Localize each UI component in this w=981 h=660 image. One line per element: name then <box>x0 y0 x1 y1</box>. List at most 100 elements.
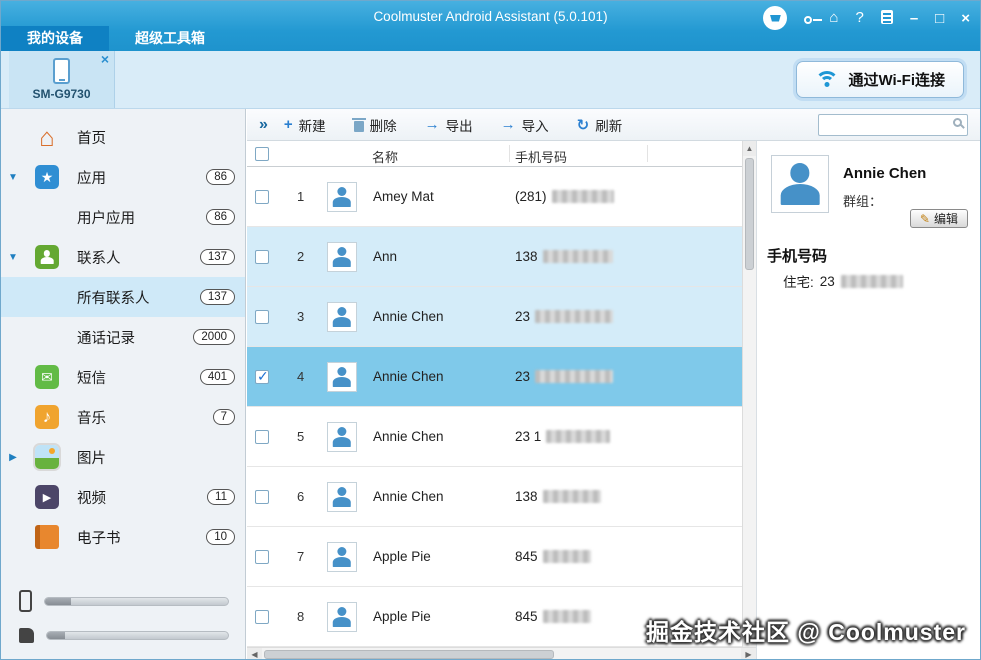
sidebar-item-photos[interactable]: ▶ 图片 <box>1 437 245 477</box>
scroll-up-icon[interactable]: ▲ <box>743 141 756 156</box>
scroll-right-icon[interactable]: ▶ <box>741 648 756 659</box>
storage-indicators <box>19 574 229 643</box>
person-glyph <box>331 606 353 628</box>
scroll-left-icon[interactable]: ◀ <box>247 648 262 659</box>
watermark: 掘金技术社区 @ Coolmuster <box>646 619 966 645</box>
import-button[interactable]: → 导入 <box>501 115 549 135</box>
sidebar-item-contacts[interactable]: ▼ 联系人 137 <box>1 237 245 277</box>
row-checkbox[interactable] <box>255 310 269 324</box>
home-prefix: 23 <box>819 273 835 289</box>
home-icon[interactable]: ⌂ <box>829 7 838 29</box>
chevron-down-icon[interactable]: ▼ <box>1 172 25 183</box>
tab-my-device[interactable]: 我的设备 <box>1 26 109 51</box>
collapse-sidebar-icon[interactable]: » <box>259 116 268 134</box>
contact-name: Annie Chen <box>373 429 444 444</box>
export-button[interactable]: → 导出 <box>425 115 473 135</box>
table-row[interactable]: 6 Annie Chen 138 <box>247 467 756 527</box>
row-checkbox[interactable] <box>255 550 269 564</box>
row-checkbox[interactable] <box>255 368 269 385</box>
contact-name: Amey Mat <box>373 189 434 204</box>
scrollbar-thumb[interactable] <box>264 650 554 659</box>
table-row[interactable]: 2 Ann 138 <box>247 227 756 287</box>
search-icon[interactable] <box>953 117 962 127</box>
chevron-right-icon[interactable]: ▶ <box>1 452 25 463</box>
maximize-icon[interactable]: □ <box>935 10 944 27</box>
tab-super-toolkit[interactable]: 超级工具箱 <box>109 26 231 51</box>
table-row[interactable]: 7 Apple Pie 845 <box>247 527 756 587</box>
table-row[interactable]: 4 Annie Chen 23 <box>247 347 756 407</box>
sidebar-item-label: 联系人 <box>77 250 121 267</box>
sidebar-item-music[interactable]: ♪ 音乐 7 <box>1 397 245 437</box>
phone-prefix: 138 <box>515 249 538 264</box>
row-number: 3 <box>297 309 305 324</box>
refresh-icon: ↻ <box>576 116 590 134</box>
refresh-button[interactable]: ↻ 刷新 <box>577 115 623 135</box>
export-label: 导出 <box>445 118 473 134</box>
blurred-digits <box>546 430 611 443</box>
contact-phone: (281) <box>515 189 614 204</box>
table-row[interactable]: 3 Annie Chen 23 <box>247 287 756 347</box>
sidebar-item-videos[interactable]: ▶ 视频 11 <box>1 477 245 517</box>
sidebar-item-label: 视频 <box>77 490 106 507</box>
count-badge: 137 <box>199 249 235 265</box>
contact-name: Apple Pie <box>373 549 431 564</box>
row-checkbox[interactable] <box>255 250 269 264</box>
new-button[interactable]: + 新建 <box>284 115 326 135</box>
person-glyph <box>331 486 353 508</box>
import-arrow-icon: → <box>500 116 516 133</box>
edit-button[interactable]: ✎ 编辑 <box>909 209 968 228</box>
person-glyph <box>331 366 353 388</box>
sidebar-item-apps[interactable]: ▼ ★ 应用 86 <box>1 157 245 197</box>
table-row[interactable]: 1 Amey Mat (281) <box>247 167 756 227</box>
sd-storage-bar <box>46 631 229 640</box>
sidebar-item-user-apps[interactable]: 用户应用 86 <box>1 197 245 237</box>
row-checkbox[interactable] <box>255 190 269 204</box>
close-icon[interactable]: × <box>961 10 970 27</box>
person-glyph <box>331 546 353 568</box>
vertical-scrollbar[interactable]: ▲ ▼ <box>742 141 756 647</box>
select-all-checkbox[interactable] <box>255 147 269 161</box>
device-close-icon[interactable]: × <box>101 52 109 66</box>
table-header: 名称 手机号码 <box>247 141 756 167</box>
count-badge: 86 <box>206 209 235 225</box>
store-cart-icon[interactable] <box>763 6 788 30</box>
wifi-icon <box>815 70 840 89</box>
minimize-icon[interactable]: – <box>910 10 918 27</box>
blurred-digits <box>840 274 903 288</box>
sidebar-item-ebooks[interactable]: 电子书 10 <box>1 517 245 557</box>
row-checkbox[interactable] <box>255 430 269 444</box>
count-badge: 137 <box>199 289 235 305</box>
row-number: 2 <box>297 249 305 264</box>
key-glyph <box>804 16 823 24</box>
search-input[interactable] <box>818 113 968 136</box>
contact-avatar <box>327 362 357 392</box>
sidebar-item-label: 图片 <box>77 450 106 467</box>
delete-button[interactable]: 删除 <box>351 115 397 135</box>
sidebar-item-sms[interactable]: ✉ 短信 401 <box>1 357 245 397</box>
register-key-icon[interactable] <box>804 7 823 29</box>
sidebar-item-home[interactable]: ⌂ 首页 <box>1 117 245 157</box>
device-card[interactable]: × SM-G9730 <box>9 51 115 108</box>
cart-glyph <box>769 14 781 22</box>
horizontal-scrollbar[interactable]: ◀ ▶ <box>247 647 756 659</box>
contact-name: Apple Pie <box>373 609 431 624</box>
sidebar-item-all-contacts[interactable]: 所有联系人 137 <box>1 277 245 317</box>
videos-icon: ▶ <box>35 485 59 509</box>
phone-prefix: 23 <box>515 369 531 384</box>
contact-phone: 23 <box>515 369 614 384</box>
phone-prefix: 23 1 <box>515 429 542 444</box>
contact-name: Annie Chen <box>373 369 444 384</box>
table-row[interactable]: 5 Annie Chen 23 1 <box>247 407 756 467</box>
scrollbar-thumb[interactable] <box>745 158 754 270</box>
row-checkbox[interactable] <box>255 490 269 504</box>
row-checkbox[interactable] <box>255 610 269 624</box>
chevron-down-icon[interactable]: ▼ <box>1 252 25 263</box>
feedback-icon[interactable] <box>880 7 893 29</box>
detail-group-label: 群组： <box>843 194 883 209</box>
trash-icon <box>351 117 366 132</box>
sd-storage-icon <box>19 628 34 643</box>
help-icon[interactable]: ? <box>855 7 863 29</box>
sidebar-item-call-logs[interactable]: 通话记录 2000 <box>1 317 245 357</box>
blurred-digits <box>542 610 591 623</box>
wifi-connect-button[interactable]: 通过Wi-Fi连接 <box>796 61 964 98</box>
